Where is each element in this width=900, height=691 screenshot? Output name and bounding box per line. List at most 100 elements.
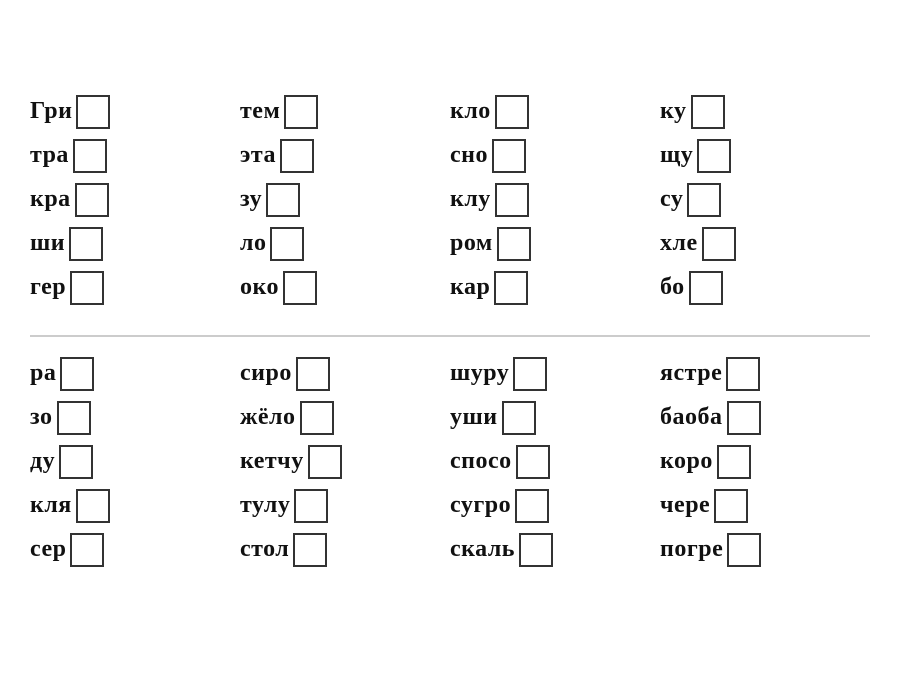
answer-box[interactable] bbox=[495, 95, 529, 129]
word-prefix: погре bbox=[660, 536, 723, 563]
column-col4: кущусухлебо bbox=[660, 95, 870, 305]
word-prefix: уши bbox=[450, 404, 498, 431]
word-prefix: сугро bbox=[450, 492, 511, 519]
word-prefix: сиро bbox=[240, 360, 292, 387]
answer-box[interactable] bbox=[266, 183, 300, 217]
word-prefix: тра bbox=[30, 142, 69, 169]
answer-box[interactable] bbox=[293, 533, 327, 567]
page: Гритракрашигертемэтазулоококлосноклуромк… bbox=[30, 95, 870, 597]
answer-box[interactable] bbox=[492, 139, 526, 173]
answer-box[interactable] bbox=[519, 533, 553, 567]
answer-box[interactable] bbox=[75, 183, 109, 217]
answer-box[interactable] bbox=[284, 95, 318, 129]
word-row: зо bbox=[30, 401, 240, 435]
word-prefix: клу bbox=[450, 186, 491, 213]
answer-box[interactable] bbox=[283, 271, 317, 305]
word-row: щу bbox=[660, 139, 870, 173]
answer-box[interactable] bbox=[308, 445, 342, 479]
word-row: сно bbox=[450, 139, 660, 173]
word-prefix: кетчу bbox=[240, 448, 304, 475]
word-row: ду bbox=[30, 445, 240, 479]
word-row: Гри bbox=[30, 95, 240, 129]
answer-box[interactable] bbox=[702, 227, 736, 261]
word-prefix: коро bbox=[660, 448, 713, 475]
answer-box[interactable] bbox=[494, 271, 528, 305]
word-row: око bbox=[240, 271, 450, 305]
word-row: шуру bbox=[450, 357, 660, 391]
answer-box[interactable] bbox=[497, 227, 531, 261]
word-prefix: кля bbox=[30, 492, 72, 519]
word-prefix: гер bbox=[30, 274, 66, 301]
word-prefix: сер bbox=[30, 536, 66, 563]
answer-box[interactable] bbox=[515, 489, 549, 523]
answer-box[interactable] bbox=[70, 533, 104, 567]
column-col6: сиро жёло кетчу тулу стол bbox=[240, 357, 450, 567]
section-1: Гритракрашигертемэтазулоококлосноклуромк… bbox=[30, 95, 870, 305]
word-row: погре bbox=[660, 533, 870, 567]
word-row: тра bbox=[30, 139, 240, 173]
word-prefix: сно bbox=[450, 142, 488, 169]
word-row: сиро bbox=[240, 357, 450, 391]
word-prefix: жёло bbox=[240, 404, 296, 431]
word-prefix: тулу bbox=[240, 492, 290, 519]
word-row: ку bbox=[660, 95, 870, 129]
answer-box[interactable] bbox=[69, 227, 103, 261]
answer-box[interactable] bbox=[726, 357, 760, 391]
word-row: гер bbox=[30, 271, 240, 305]
answer-box[interactable] bbox=[727, 533, 761, 567]
answer-box[interactable] bbox=[495, 183, 529, 217]
answer-box[interactable] bbox=[70, 271, 104, 305]
answer-box[interactable] bbox=[270, 227, 304, 261]
answer-box[interactable] bbox=[280, 139, 314, 173]
answer-box[interactable] bbox=[300, 401, 334, 435]
column-col1: Гритракрашигер bbox=[30, 95, 240, 305]
answer-box[interactable] bbox=[294, 489, 328, 523]
answer-box[interactable] bbox=[57, 401, 91, 435]
word-prefix: спосо bbox=[450, 448, 512, 475]
word-row: эта bbox=[240, 139, 450, 173]
word-prefix: ястре bbox=[660, 360, 722, 387]
word-row: кар bbox=[450, 271, 660, 305]
section-2: ра зо ду кля сер сиро жёло кетчу тулу стол шуру уши… bbox=[30, 357, 870, 567]
word-prefix: зо bbox=[30, 404, 53, 431]
answer-box[interactable] bbox=[691, 95, 725, 129]
answer-box[interactable] bbox=[296, 357, 330, 391]
word-row: скаль bbox=[450, 533, 660, 567]
answer-box[interactable] bbox=[697, 139, 731, 173]
word-row: сер bbox=[30, 533, 240, 567]
word-prefix: эта bbox=[240, 142, 276, 169]
word-prefix: ку bbox=[660, 98, 687, 125]
column-col8: ястребаобакорочерепогре bbox=[660, 357, 870, 567]
section-divider bbox=[30, 335, 870, 337]
word-row: коро bbox=[660, 445, 870, 479]
answer-box[interactable] bbox=[727, 401, 761, 435]
word-prefix: ром bbox=[450, 230, 493, 257]
word-prefix: зу bbox=[240, 186, 262, 213]
answer-box[interactable] bbox=[502, 401, 536, 435]
word-row: тем bbox=[240, 95, 450, 129]
word-prefix: шуру bbox=[450, 360, 509, 387]
answer-box[interactable] bbox=[73, 139, 107, 173]
word-prefix: хле bbox=[660, 230, 698, 257]
answer-box[interactable] bbox=[687, 183, 721, 217]
column-col2: темэтазулооко bbox=[240, 95, 450, 305]
word-prefix: ра bbox=[30, 360, 56, 387]
word-row: кра bbox=[30, 183, 240, 217]
answer-box[interactable] bbox=[76, 95, 110, 129]
answer-box[interactable] bbox=[59, 445, 93, 479]
answer-box[interactable] bbox=[516, 445, 550, 479]
answer-box[interactable] bbox=[717, 445, 751, 479]
word-row: зу bbox=[240, 183, 450, 217]
answer-box[interactable] bbox=[714, 489, 748, 523]
word-prefix: Гри bbox=[30, 98, 72, 125]
word-prefix: стол bbox=[240, 536, 289, 563]
answer-box[interactable] bbox=[60, 357, 94, 391]
word-row: клу bbox=[450, 183, 660, 217]
word-row: жёло bbox=[240, 401, 450, 435]
answer-box[interactable] bbox=[76, 489, 110, 523]
column-col5: ра зо ду кля сер bbox=[30, 357, 240, 567]
word-row: бо bbox=[660, 271, 870, 305]
answer-box[interactable] bbox=[689, 271, 723, 305]
word-prefix: око bbox=[240, 274, 279, 301]
answer-box[interactable] bbox=[513, 357, 547, 391]
